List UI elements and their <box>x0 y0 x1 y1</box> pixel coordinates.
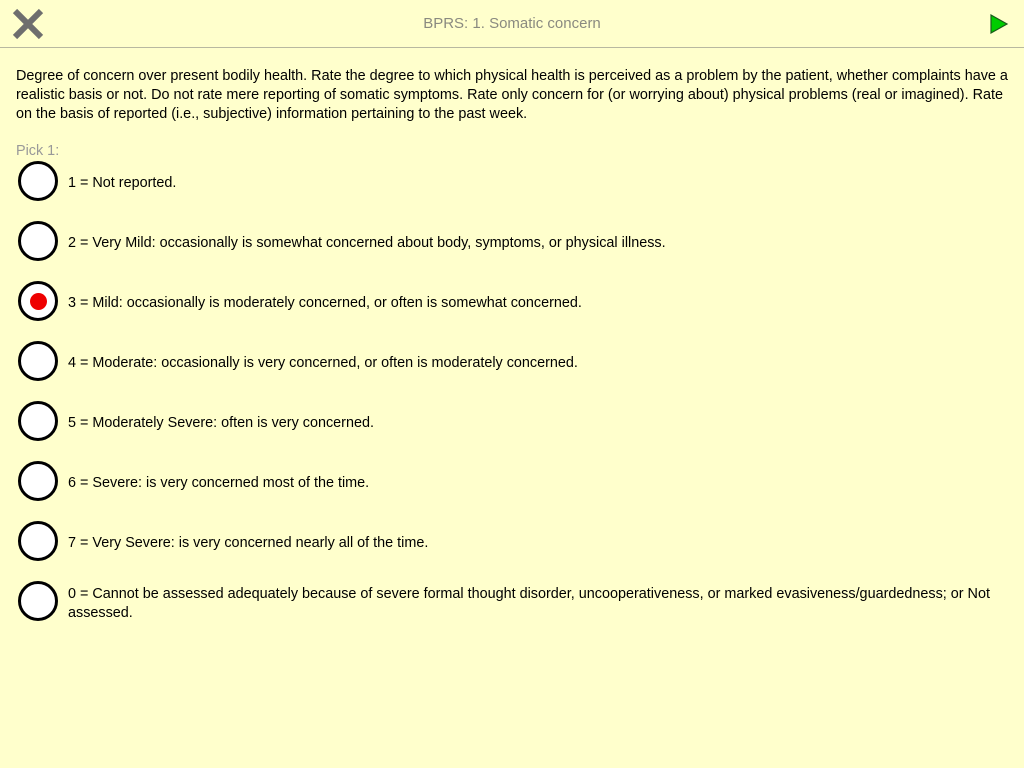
option-item[interactable]: 4 = Moderate: occasionally is very conce… <box>16 340 1008 400</box>
option-label: 3 = Mild: occasionally is moderately con… <box>68 295 582 311</box>
option-label: 6 = Severe: is very concerned most of th… <box>68 475 370 491</box>
option-label: 1 = Not reported. <box>68 175 177 191</box>
option-item[interactable]: 6 = Severe: is very concerned most of th… <box>16 460 1008 520</box>
top-bar: BPRS: 1. Somatic concern <box>0 0 1024 48</box>
next-button[interactable] <box>988 12 1010 36</box>
page-title: BPRS: 1. Somatic concern <box>423 15 601 32</box>
radio-button[interactable] <box>18 401 58 441</box>
question-content: Degree of concern over present bodily he… <box>16 67 1008 160</box>
option-item[interactable]: 0 = Cannot be assessed adequately becaus… <box>16 580 1008 640</box>
close-icon[interactable] <box>10 7 46 41</box>
radio-button[interactable] <box>18 521 58 561</box>
option-item[interactable]: 7 = Very Severe: is very concerned nearl… <box>16 520 1008 580</box>
close-x-icon <box>12 8 44 40</box>
option-label: 4 = Moderate: occasionally is very conce… <box>68 355 578 371</box>
play-arrow-icon <box>990 13 1009 35</box>
question-description: Degree of concern over present bodily he… <box>16 68 1008 122</box>
radio-button[interactable] <box>18 581 58 621</box>
option-item[interactable]: 3 = Mild: occasionally is moderately con… <box>16 280 1008 340</box>
options-list: 1 = Not reported. 2 = Very Mild: occasio… <box>16 160 1008 640</box>
option-label: 2 = Very Mild: occasionally is somewhat … <box>68 235 666 251</box>
radio-button[interactable] <box>18 341 58 381</box>
option-label: 0 = Cannot be assessed adequately becaus… <box>68 586 990 621</box>
radio-button[interactable] <box>18 221 58 261</box>
pick-label: Pick 1: <box>16 143 60 159</box>
radio-button[interactable] <box>18 161 58 201</box>
radio-button[interactable] <box>18 281 58 321</box>
option-item[interactable]: 2 = Very Mild: occasionally is somewhat … <box>16 220 1008 280</box>
option-label: 7 = Very Severe: is very concerned nearl… <box>68 535 429 551</box>
option-item[interactable]: 1 = Not reported. <box>16 160 1008 220</box>
radio-selected-dot <box>29 292 47 310</box>
option-item[interactable]: 5 = Moderately Severe: often is very con… <box>16 400 1008 460</box>
option-label: 5 = Moderately Severe: often is very con… <box>68 415 374 431</box>
radio-button[interactable] <box>18 461 58 501</box>
